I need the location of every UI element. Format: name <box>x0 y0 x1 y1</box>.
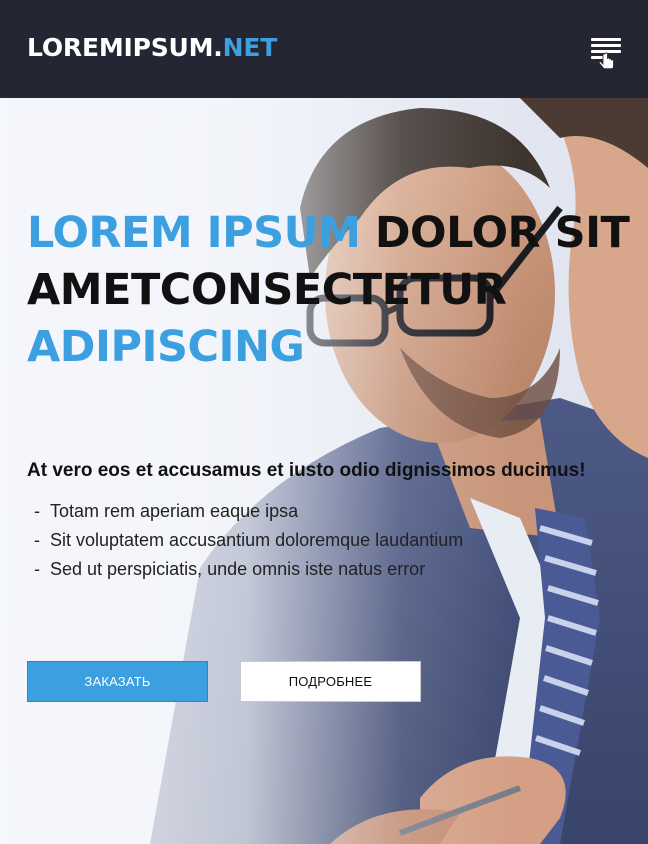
hero-subheading: At vero eos et accusamus et iusto odio d… <box>27 460 586 481</box>
menu-hand-cursor-icon <box>591 38 621 70</box>
feature-list: Totam rem aperiam eaque ipsa Sit volupta… <box>34 497 463 584</box>
logo-text-accent: NET <box>222 33 278 62</box>
site-logo[interactable]: LOREMIPSUM.NET <box>27 33 277 62</box>
headline-highlight-1: LOREM IPSUM <box>27 208 361 258</box>
menu-button[interactable] <box>586 34 626 74</box>
feature-item: Sit voluptatem accusantium doloremque la… <box>34 526 463 555</box>
more-info-button[interactable]: ПОДРОБНЕЕ <box>240 661 421 702</box>
hero-headline: LOREM IPSUM DOLOR SIT AMETCONSECTETUR AD… <box>27 205 637 376</box>
logo-text-main: LOREMIPSUM. <box>27 33 223 62</box>
feature-item: Sed ut perspiciatis, unde omnis iste nat… <box>34 555 463 584</box>
headline-highlight-2: ADIPISCING <box>27 322 305 372</box>
top-header: LOREMIPSUM.NET <box>0 0 648 98</box>
order-button[interactable]: ЗАКАЗАТЬ <box>27 661 208 702</box>
feature-item: Totam rem aperiam eaque ipsa <box>34 497 463 526</box>
